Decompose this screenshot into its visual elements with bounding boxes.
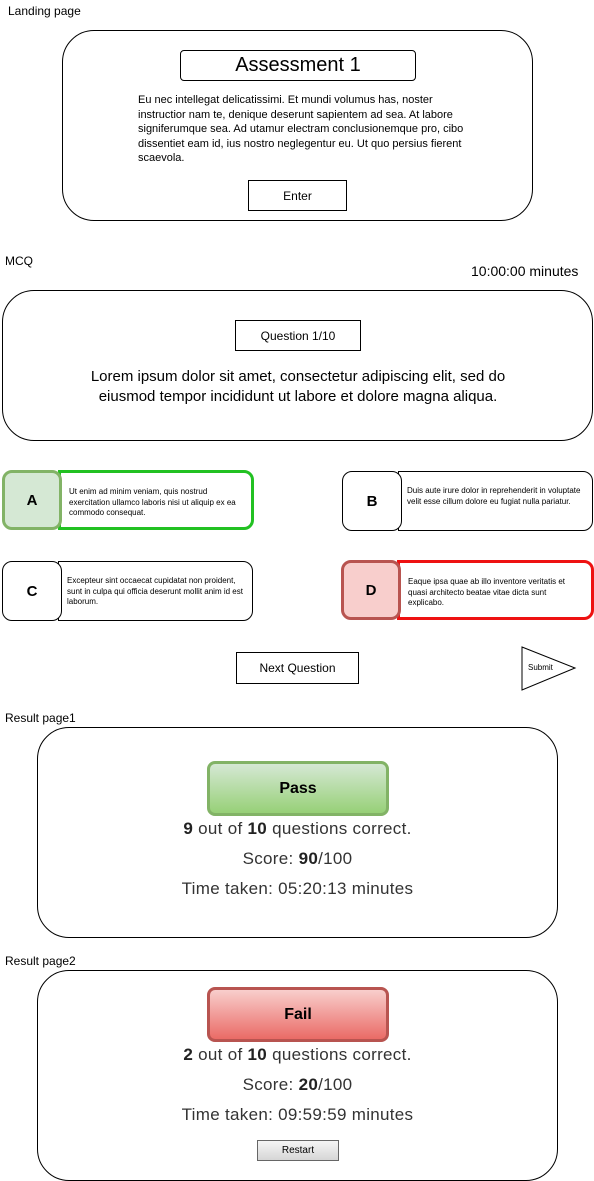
result2-total-count: 10 xyxy=(247,1045,268,1064)
option-c[interactable]: Excepteur sint occaecat cupidatat non pr… xyxy=(2,561,253,623)
result2-out-of: out of xyxy=(198,1045,243,1064)
mcq-section-label: MCQ xyxy=(5,254,33,268)
restart-button[interactable]: Restart xyxy=(257,1140,339,1161)
result2-score-label: Score: xyxy=(242,1075,294,1094)
result1-section-label: Result page1 xyxy=(5,711,76,725)
option-b-text: Duis aute irure dolor in reprehenderit i… xyxy=(398,471,593,531)
option-a-letter: A xyxy=(2,470,62,530)
question-panel: Question 1/10 Lorem ipsum dolor sit amet… xyxy=(2,290,593,441)
landing-panel: Assessment 1 Eu nec intellegat delicatis… xyxy=(62,30,533,221)
submit-button[interactable]: Submit xyxy=(521,646,577,691)
result1-out-of: out of xyxy=(198,819,243,838)
fail-badge: Fail xyxy=(207,987,389,1042)
result2-section-label: Result page2 xyxy=(5,954,76,968)
result1-panel: Pass 9 out of 10 questions correct. Scor… xyxy=(37,727,558,938)
question-text: Lorem ipsum dolor sit amet, consectetur … xyxy=(90,368,506,405)
result2-correct-suffix: questions correct. xyxy=(272,1045,412,1064)
option-a[interactable]: Ut enim ad minim veniam, quis nostrud ex… xyxy=(2,470,254,532)
result1-correct-line: 9 out of 10 questions correct. xyxy=(38,819,557,839)
result1-time-line: Time taken: 05:20:13 minutes xyxy=(38,879,557,899)
result2-time-label: Time taken: xyxy=(181,1105,274,1124)
option-d-text: Eaque ipsa quae ab illo inventore verita… xyxy=(397,560,594,620)
result1-correct-count: 9 xyxy=(183,819,194,838)
result1-time-value: 05:20:13 minutes xyxy=(278,879,414,898)
result1-score-line: Score: 90/100 xyxy=(38,849,557,869)
result1-correct-suffix: questions correct. xyxy=(272,819,412,838)
result1-score-label: Score: xyxy=(242,849,294,868)
result2-time-value: 09:59:59 minutes xyxy=(278,1105,414,1124)
result1-score-max: /100 xyxy=(318,849,353,868)
result2-panel: Fail 2 out of 10 questions correct. Scor… xyxy=(37,970,558,1181)
pass-badge: Pass xyxy=(207,761,389,816)
result1-time-label: Time taken: xyxy=(181,879,274,898)
result2-correct-count: 2 xyxy=(183,1045,194,1064)
question-number: Question 1/10 xyxy=(235,320,361,351)
result2-score-line: Score: 20/100 xyxy=(38,1075,557,1095)
assessment-title: Assessment 1 xyxy=(180,50,416,81)
landing-section-label: Landing page xyxy=(8,4,81,18)
timer: 10:00:00 minutes xyxy=(471,263,579,279)
option-a-text: Ut enim ad minim veniam, quis nostrud ex… xyxy=(58,470,254,530)
option-d[interactable]: Eaque ipsa quae ab illo inventore verita… xyxy=(341,560,594,622)
result1-total-count: 10 xyxy=(247,819,268,838)
option-b[interactable]: Duis aute irure dolor in reprehenderit i… xyxy=(342,471,593,533)
result2-correct-line: 2 out of 10 questions correct. xyxy=(38,1045,557,1065)
enter-button[interactable]: Enter xyxy=(248,180,347,211)
result2-time-line: Time taken: 09:59:59 minutes xyxy=(38,1105,557,1125)
result2-score-value: 20 xyxy=(298,1075,319,1094)
option-c-letter: C xyxy=(2,561,62,621)
option-b-letter: B xyxy=(342,471,402,531)
next-question-button[interactable]: Next Question xyxy=(236,652,359,684)
assessment-description: Eu nec intellegat delicatissimi. Et mund… xyxy=(138,94,464,164)
submit-label: Submit xyxy=(528,663,553,672)
result1-score-value: 90 xyxy=(298,849,319,868)
result2-score-max: /100 xyxy=(318,1075,353,1094)
option-c-text: Excepteur sint occaecat cupidatat non pr… xyxy=(58,561,253,621)
option-d-letter: D xyxy=(341,560,401,620)
